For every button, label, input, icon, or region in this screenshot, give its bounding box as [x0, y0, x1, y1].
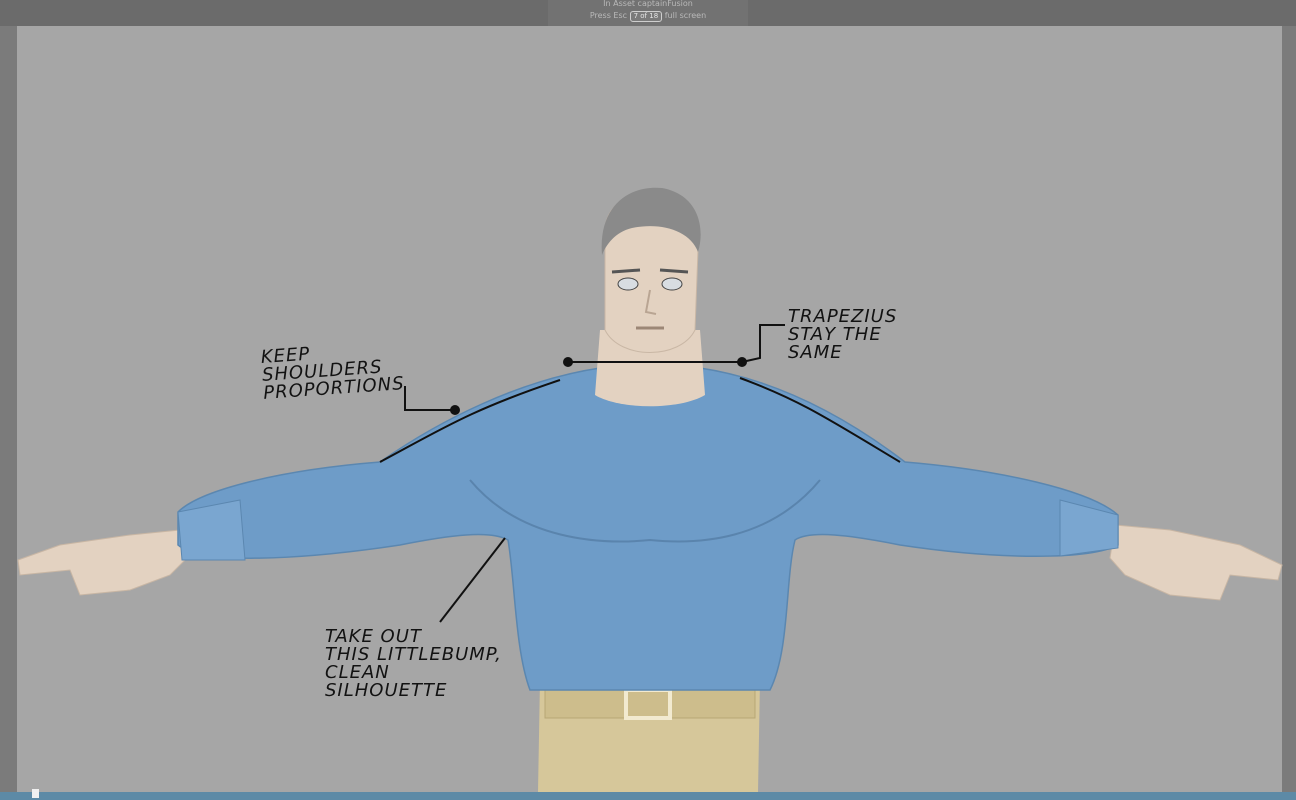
left-brow — [611, 268, 641, 274]
character-model — [17, 187, 1283, 792]
right-brow — [659, 268, 689, 274]
shoulders-leader — [404, 386, 455, 411]
annotation-shoulders: KEEP SHOULDERS PROPORTIONS — [260, 343, 406, 404]
shoulders-dot — [450, 405, 460, 415]
left-eye — [617, 277, 639, 291]
shirt — [177, 367, 1119, 691]
annotation-trapezius: TRAPEZIUS STAY THE SAME — [788, 306, 898, 363]
timeline-bar[interactable] — [0, 792, 1296, 800]
right-hand — [1109, 524, 1283, 601]
annotation-bump: TAKE OUT THIS LITTLEBUMP, CLEAN SILHOUET… — [325, 626, 502, 701]
trapezius-leader — [741, 324, 785, 363]
belt — [544, 687, 756, 719]
trapezius-dot-left — [563, 357, 573, 367]
right-eye — [661, 277, 683, 291]
left-hand — [17, 529, 186, 596]
bump-leader — [439, 537, 506, 623]
timeline-playhead[interactable] — [32, 789, 39, 798]
